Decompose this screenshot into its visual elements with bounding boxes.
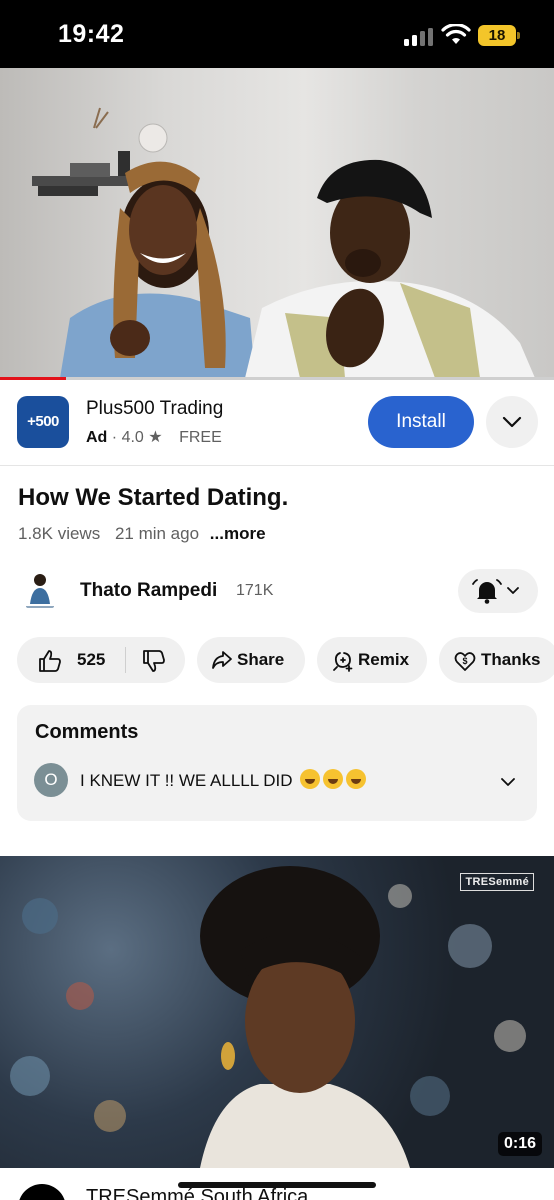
wifi-icon	[441, 24, 471, 44]
chevron-down-icon	[507, 587, 519, 594]
ad-logo: +500	[17, 396, 69, 448]
remix-icon	[333, 652, 353, 672]
ad-rating: 4.0	[121, 429, 144, 446]
thanks-label: Thanks	[481, 650, 541, 669]
share-icon	[212, 651, 232, 669]
top-comment: I KNEW IT !! WE ALLLL DID	[80, 769, 367, 791]
share-button[interactable]: Share	[197, 637, 305, 683]
video-duration: 0:16	[497, 1132, 542, 1156]
ad-app-name: Plus500 Trading	[86, 398, 224, 419]
laughing-emoji-icon	[323, 769, 344, 789]
dislike-button[interactable]	[127, 637, 185, 683]
upload-time: 21 min ago	[114, 524, 200, 543]
commenter-avatar: O	[34, 763, 68, 797]
status-time: 19:42	[58, 20, 125, 48]
signal-icon	[404, 28, 434, 46]
next-video-thumbnail[interactable]: TRESemmé 0:16	[0, 856, 554, 1168]
thanks-button[interactable]: $ Thanks	[439, 637, 554, 683]
thumbs-up-icon	[39, 650, 61, 672]
ad-price: FREE	[179, 429, 222, 446]
thumbnail-image	[10, 866, 526, 1168]
ad-label: Ad	[86, 429, 108, 446]
video-player[interactable]	[0, 68, 554, 378]
view-count: 1.8K views	[18, 524, 101, 543]
install-button[interactable]: Install	[368, 396, 474, 448]
comments-title: Comments	[35, 721, 139, 743]
like-dislike-chip: 525	[17, 637, 185, 683]
top-comment-text: I KNEW IT !! WE ALLLL DID	[80, 771, 293, 790]
thumbs-down-icon	[143, 650, 165, 672]
brand-watermark: TRESemmé	[460, 873, 534, 891]
video-frame	[32, 107, 535, 378]
bell-icon	[472, 579, 502, 604]
subscriber-count: 171K	[236, 582, 274, 599]
share-label: Share	[237, 650, 285, 669]
like-count: 525	[77, 650, 106, 669]
star-icon: ★	[148, 429, 163, 446]
channel-name[interactable]: Thato Rampedi	[80, 580, 217, 602]
channel-avatar[interactable]	[18, 568, 62, 612]
comments-section[interactable]: Comments O I KNEW IT !! WE ALLLL DID	[17, 705, 537, 821]
next-channel-avatar[interactable]	[18, 1184, 66, 1200]
like-button[interactable]: 525	[17, 637, 125, 683]
ad-meta: Ad · 4.0 ★ FREE	[86, 429, 222, 446]
ad-banner[interactable]: +500 Plus500 Trading Ad · 4.0 ★ FREE Ins…	[0, 380, 554, 466]
next-channel-name[interactable]: TRESemmé South Africa	[86, 1186, 308, 1200]
svg-text:$: $	[462, 656, 467, 666]
thanks-heart-icon: $	[454, 652, 476, 671]
laughing-emoji-icon	[346, 769, 367, 789]
laughing-emoji-icon	[300, 769, 321, 789]
remix-button[interactable]: Remix	[317, 637, 427, 683]
video-meta[interactable]: 1.8K views 21 min ago ...more	[18, 524, 266, 544]
video-title[interactable]: How We Started Dating.	[18, 484, 288, 512]
more-link[interactable]: ...more	[210, 524, 266, 543]
chevron-down-icon	[501, 778, 515, 786]
battery-indicator: 18	[478, 25, 520, 46]
remix-label: Remix	[358, 650, 410, 669]
home-indicator[interactable]	[178, 1182, 376, 1188]
status-bar: 19:42 18	[0, 0, 554, 68]
ad-expand-button[interactable]	[486, 396, 538, 448]
notification-bell-button[interactable]	[458, 569, 538, 613]
divider	[125, 647, 126, 673]
chevron-down-icon	[502, 416, 522, 428]
